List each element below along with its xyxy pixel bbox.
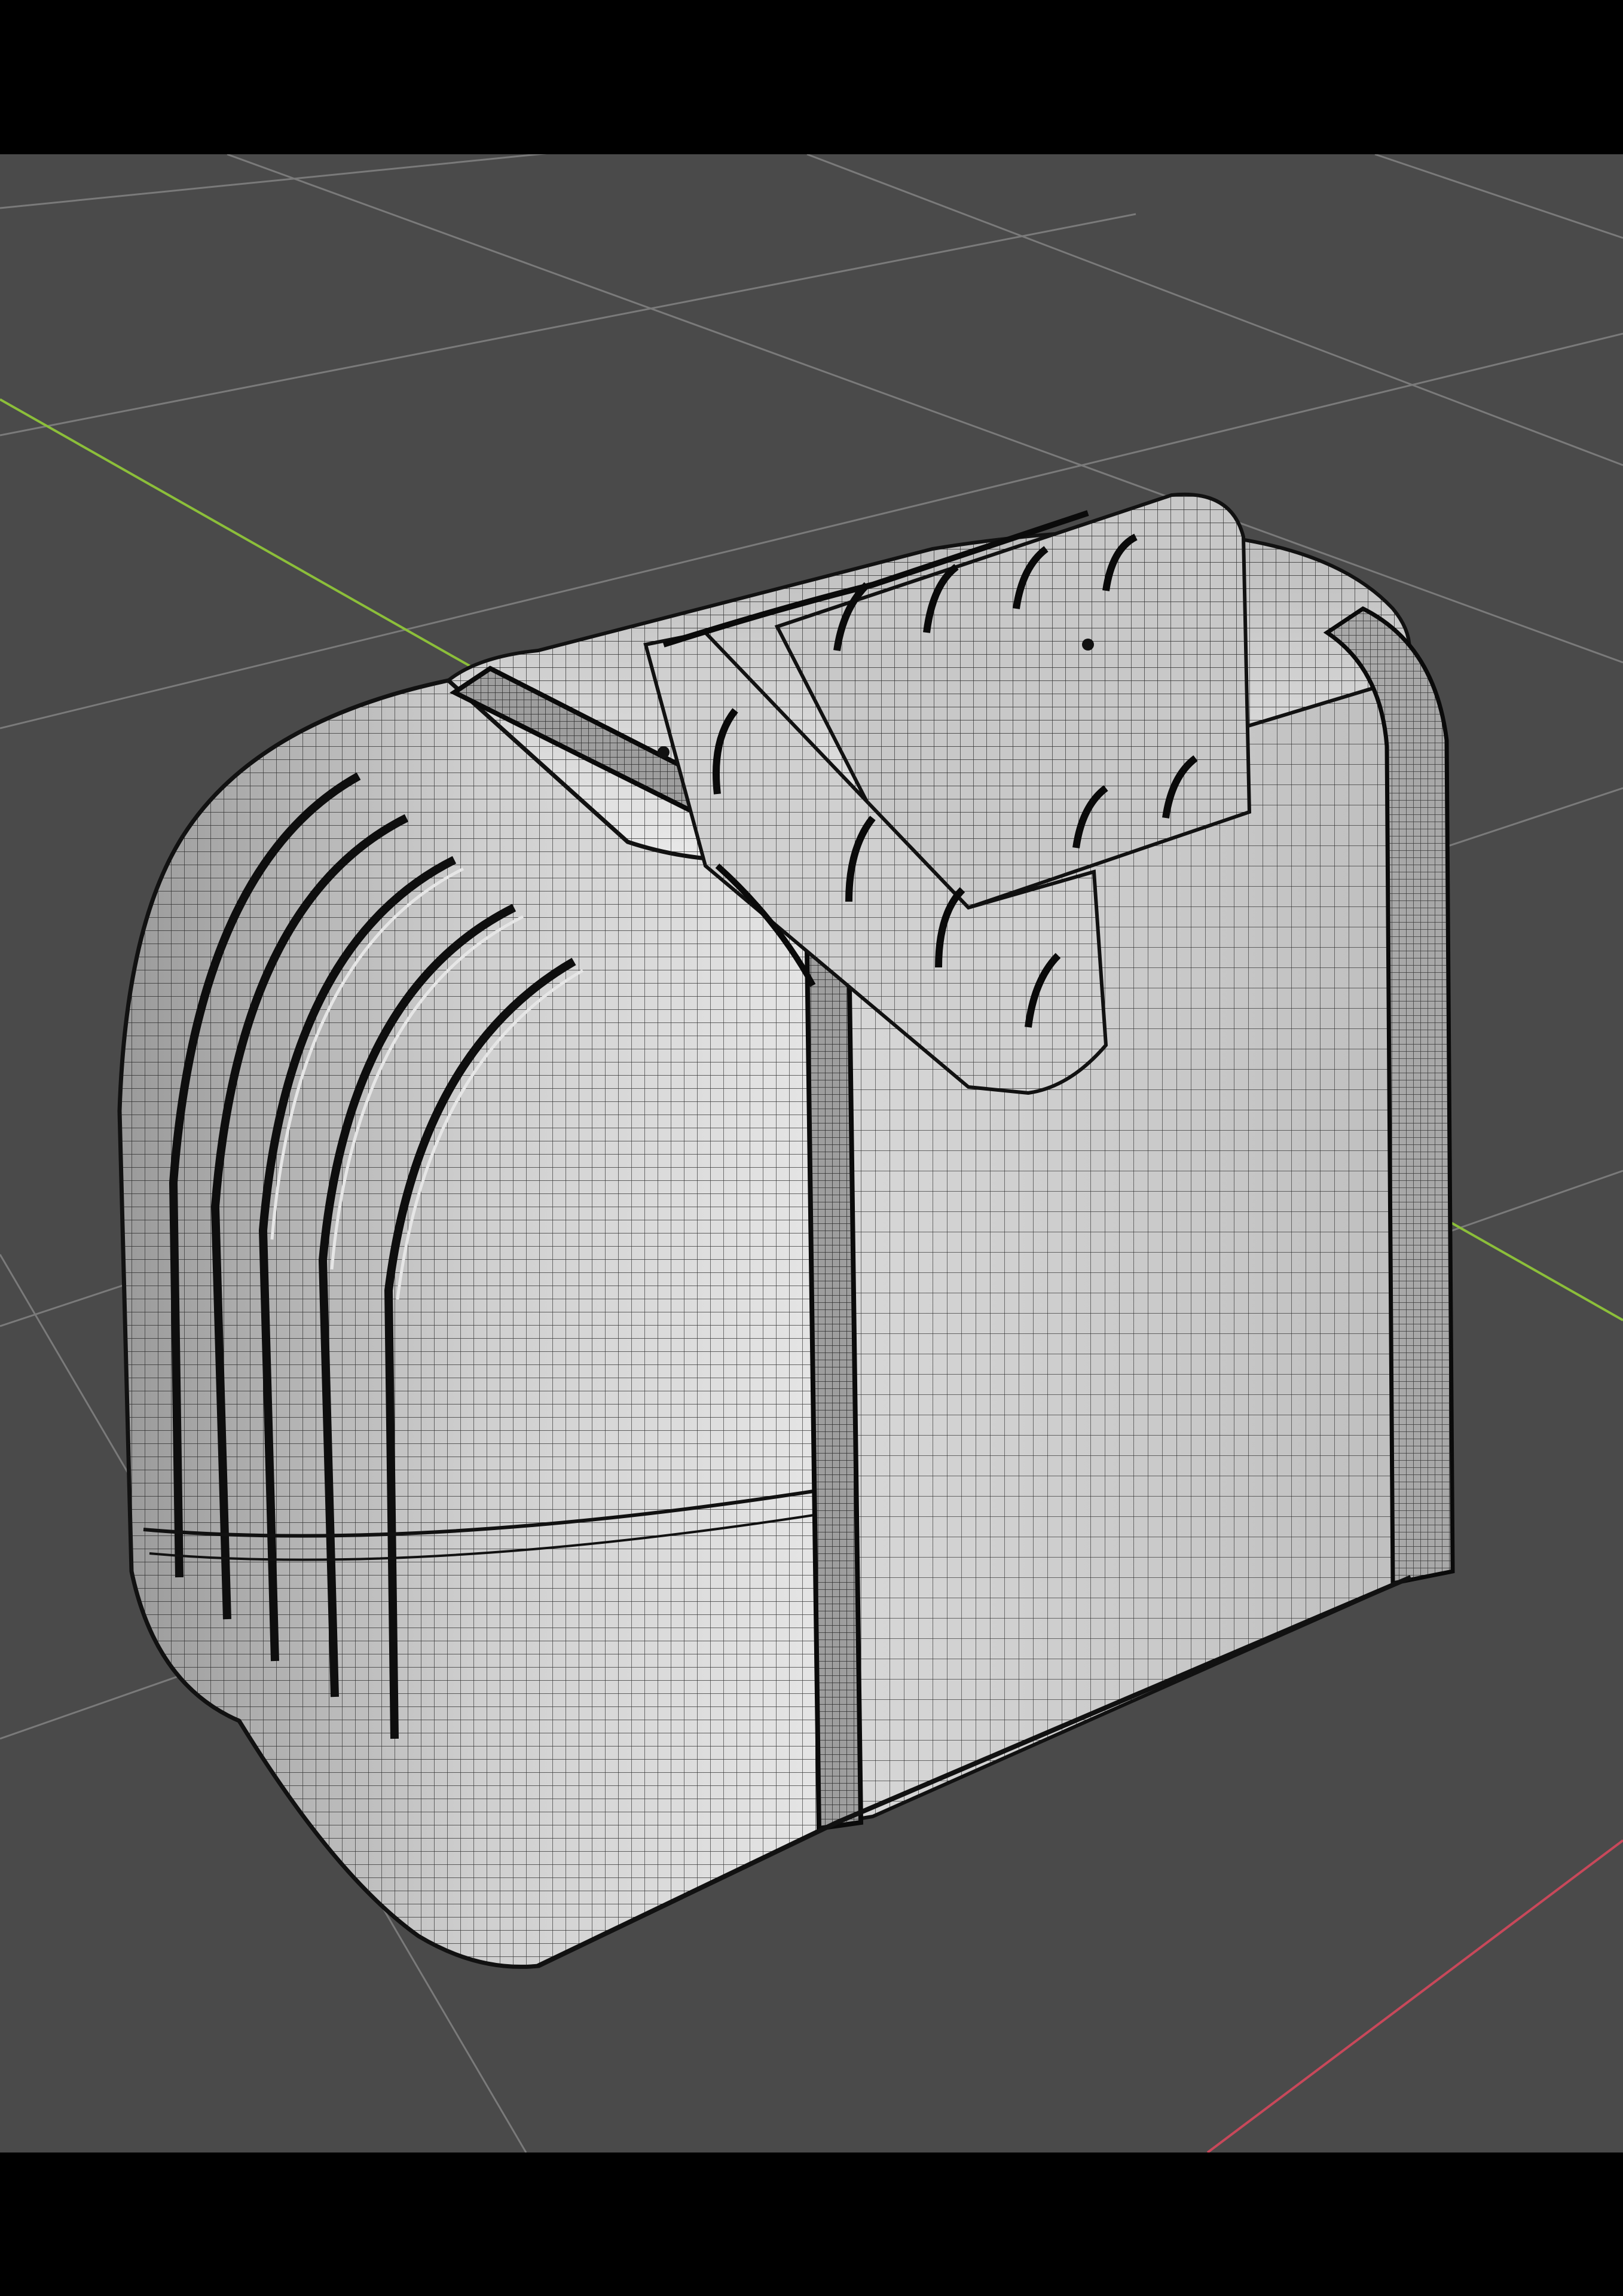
3d-viewport[interactable]	[0, 154, 1623, 2152]
x-axis-line	[1206, 1839, 1623, 2152]
screw-hole	[658, 746, 670, 758]
toaster-mesh	[117, 492, 1455, 1969]
viewport-canvas[interactable]	[0, 154, 1623, 2152]
screw-hole	[1082, 639, 1094, 651]
letterbox-bottom	[0, 2152, 1623, 2296]
letterbox-top	[0, 0, 1623, 154]
